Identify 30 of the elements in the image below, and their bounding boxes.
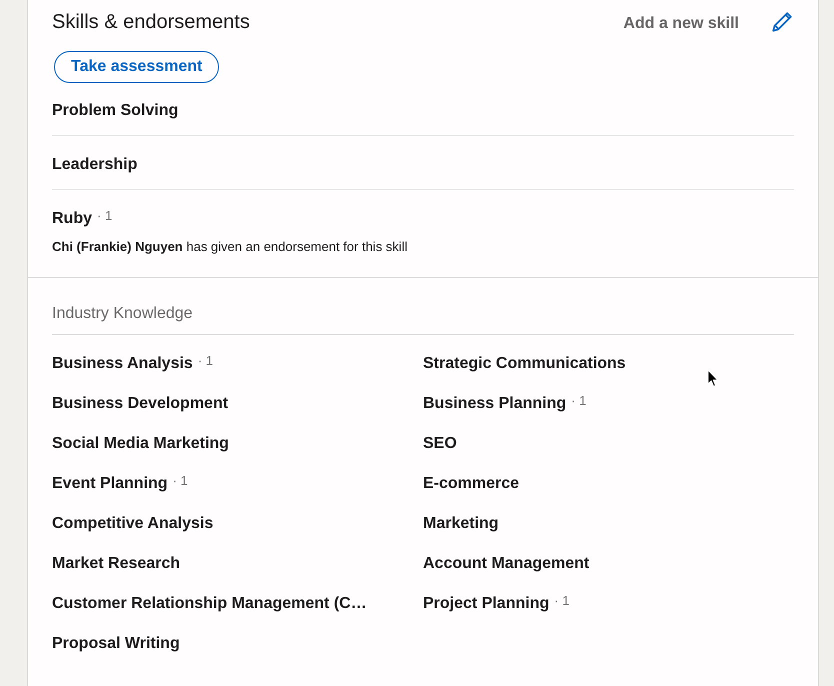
- skill-name: Problem Solving: [52, 101, 178, 121]
- skill-name: Project Planning: [423, 594, 550, 614]
- skill-name: Customer Relationship Management (C…: [52, 594, 367, 614]
- skill-name: Event Planning: [52, 474, 168, 494]
- add-skill-link[interactable]: Add a new skill: [623, 12, 739, 36]
- take-assessment-button[interactable]: Take assessment: [54, 51, 220, 83]
- mouse-cursor-icon: [707, 369, 719, 388]
- skill-name: Ruby: [52, 209, 92, 229]
- endorsement-count: · 1: [554, 592, 570, 610]
- section-title: Skills & endorsements: [52, 10, 250, 35]
- skill-name: Strategic Communications: [423, 354, 626, 374]
- skill-name: Competitive Analysis: [52, 514, 214, 534]
- skill-name: E-commerce: [423, 474, 520, 494]
- endorsement-count: · 1: [172, 472, 188, 490]
- skill-name: Leadership: [52, 155, 138, 175]
- endorsement-count: · 1: [97, 207, 112, 225]
- skill-name: Business Development: [52, 394, 228, 414]
- skill-name: Business Planning: [423, 394, 566, 414]
- skill-name: Marketing: [423, 514, 499, 534]
- endorsement-text: Chi (Frankie) Nguyen has given an endorsement for this skill: [52, 238, 408, 256]
- skill-name: Market Research: [52, 554, 180, 574]
- endorsement-count: · 1: [571, 392, 586, 410]
- skill-name: Social Media Marketing: [52, 434, 229, 454]
- skill-name: SEO: [423, 434, 457, 454]
- category-heading: Industry Knowledge: [52, 304, 194, 324]
- skill-name: Account Management: [423, 554, 590, 574]
- skill-name: Proposal Writing: [52, 634, 180, 654]
- endorsement-count: · 1: [198, 352, 213, 370]
- skill-name: Business Analysis: [52, 354, 193, 374]
- edit-pencil-icon[interactable]: [772, 12, 792, 32]
